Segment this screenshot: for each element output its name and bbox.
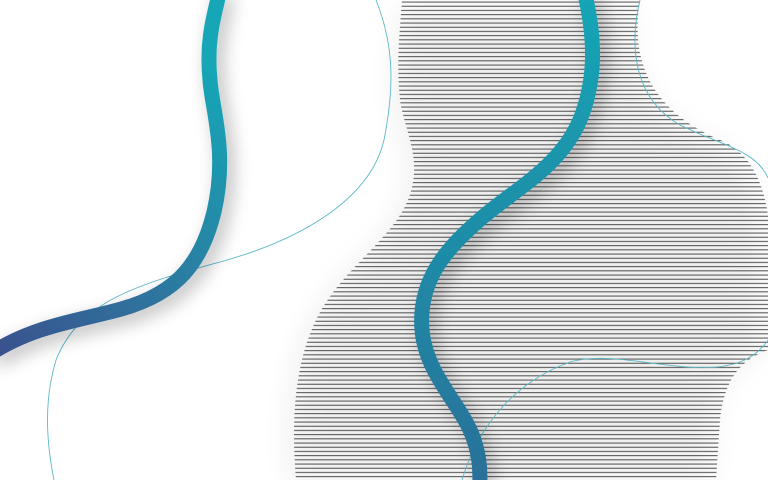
abstract-waves-artwork [0, 0, 768, 480]
striped-wave-band [294, 0, 768, 480]
artwork-canvas [0, 0, 768, 480]
